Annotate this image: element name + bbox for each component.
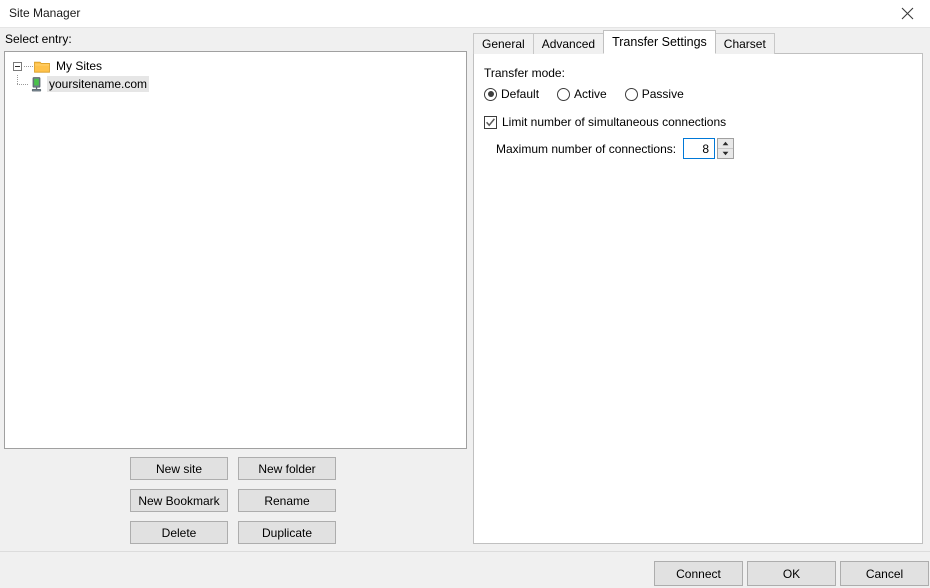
- cancel-button[interactable]: Cancel: [840, 561, 929, 586]
- limit-connections-checkbox[interactable]: Limit number of simultaneous connections: [484, 114, 726, 130]
- tree-item-my-sites[interactable]: My Sites: [13, 57, 104, 75]
- tree-item-label: yoursitename.com: [47, 76, 150, 92]
- transfer-mode-radio-group: Default Active Passive: [484, 86, 702, 102]
- new-bookmark-button[interactable]: New Bookmark: [130, 489, 228, 512]
- footer-separator: [0, 551, 930, 552]
- tab-general[interactable]: General: [473, 33, 534, 54]
- radio-icon: [484, 87, 497, 101]
- title-bar: Site Manager: [0, 0, 930, 28]
- duplicate-button[interactable]: Duplicate: [238, 521, 336, 544]
- limit-connections-label: Limit number of simultaneous connections: [502, 115, 727, 129]
- tab-strip: General Advanced Transfer Settings Chars…: [473, 30, 775, 54]
- radio-icon: [624, 87, 638, 101]
- select-entry-label: Select entry:: [5, 32, 72, 46]
- tree-item-yoursitename[interactable]: yoursitename.com: [13, 75, 150, 93]
- tab-charset[interactable]: Charset: [714, 33, 775, 54]
- max-connections-spinner[interactable]: [717, 138, 735, 159]
- radio-label: Active: [574, 87, 607, 101]
- close-icon[interactable]: [885, 0, 930, 26]
- settings-notebook: General Advanced Transfer Settings Chars…: [473, 30, 923, 544]
- server-icon: [31, 76, 42, 91]
- radio-label: Passive: [641, 87, 684, 101]
- transfer-mode-label: Transfer mode:: [484, 66, 565, 80]
- tree-expander-icon[interactable]: [13, 61, 22, 71]
- max-connections-label: Maximum number of connections:: [496, 141, 677, 156]
- tree-item-label: My Sites: [56, 59, 103, 73]
- site-tree[interactable]: My Sites yoursitename.com: [4, 51, 467, 449]
- delete-button[interactable]: Delete: [130, 521, 228, 544]
- checkmark-icon: [484, 115, 497, 129]
- new-site-button[interactable]: New site: [130, 457, 228, 480]
- rename-button[interactable]: Rename: [238, 489, 336, 512]
- folder-icon: [34, 61, 50, 73]
- tab-transfer-settings[interactable]: Transfer Settings: [603, 30, 716, 54]
- spinner-up-icon[interactable]: [718, 139, 734, 149]
- transfer-settings-panel: Transfer mode: Default Active Passive Li…: [473, 53, 923, 544]
- radio-label: Default: [501, 87, 540, 101]
- ok-button[interactable]: OK: [747, 561, 836, 586]
- radio-icon: [557, 87, 571, 101]
- max-connections-row: Maximum number of connections:: [496, 138, 735, 159]
- max-connections-input[interactable]: [683, 138, 716, 159]
- connect-button[interactable]: Connect: [654, 561, 743, 586]
- new-folder-button[interactable]: New folder: [238, 457, 336, 480]
- window-title: Site Manager: [9, 6, 81, 20]
- tree-connector-line: [17, 75, 29, 93]
- tab-advanced[interactable]: Advanced: [532, 33, 605, 54]
- spinner-down-icon[interactable]: [718, 149, 733, 158]
- radio-passive[interactable]: Passive: [624, 86, 684, 102]
- radio-active[interactable]: Active: [557, 86, 607, 102]
- radio-default[interactable]: Default: [484, 86, 539, 102]
- tree-connector-line: [24, 65, 33, 67]
